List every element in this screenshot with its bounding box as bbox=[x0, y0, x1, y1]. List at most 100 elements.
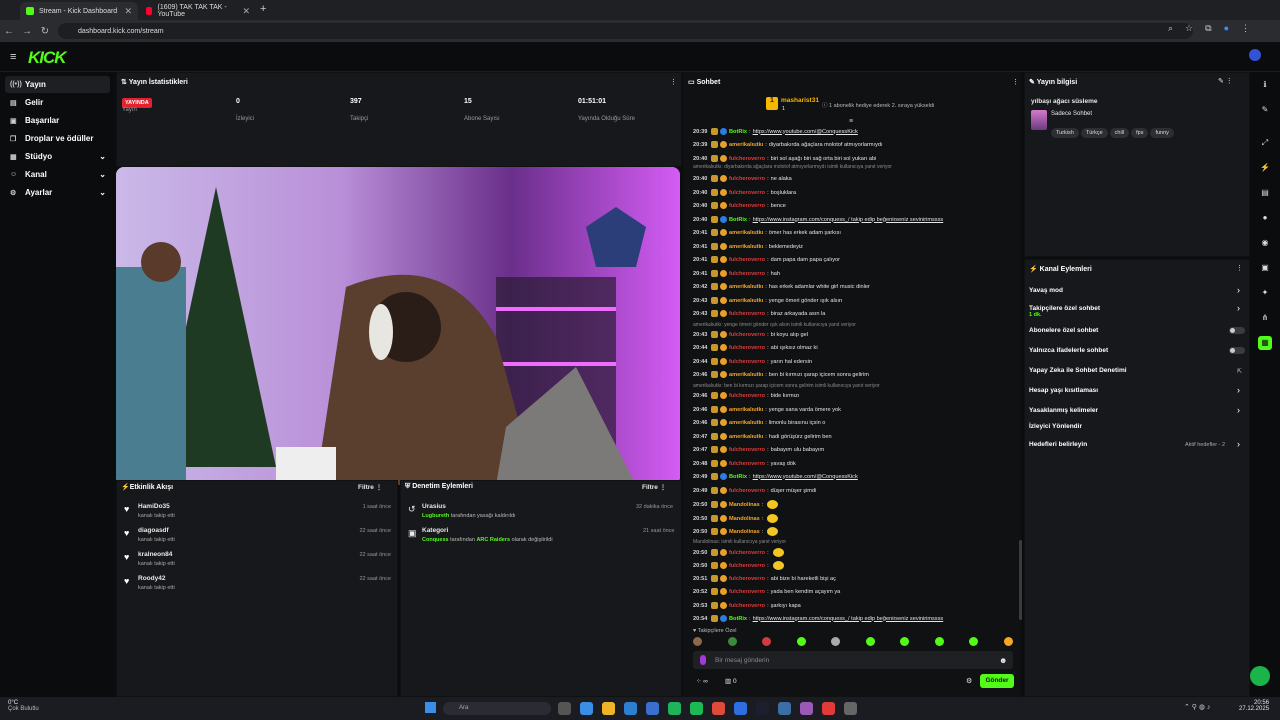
hamburger-icon[interactable]: ≡ bbox=[10, 51, 16, 63]
emote-icon[interactable] bbox=[1003, 637, 1013, 646]
channel-action-item[interactable]: Hedefleri belirleyin bbox=[1029, 441, 1087, 448]
emote-icon[interactable] bbox=[934, 637, 944, 646]
subscribers-only-toggle[interactable] bbox=[1229, 327, 1245, 334]
chat-username[interactable]: BotRix bbox=[729, 217, 747, 223]
channel-action-item[interactable]: İzleyici Yönlendir bbox=[1029, 423, 1082, 430]
weather-widget[interactable]: 0°C Çok Bulutlu bbox=[8, 700, 39, 712]
chat-username[interactable]: amerikalıutkı bbox=[729, 407, 763, 413]
chat-username[interactable]: fulcheroverro bbox=[729, 271, 765, 277]
actions-menu-icon[interactable]: ⋮ bbox=[1236, 264, 1243, 272]
info-rail-icon[interactable]: ℹ bbox=[1258, 78, 1272, 92]
stream-video-preview[interactable] bbox=[116, 167, 680, 485]
edit-icon[interactable]: ✎ ⋮ bbox=[1218, 77, 1233, 85]
taskbar-search[interactable]: Ara bbox=[443, 702, 551, 715]
stream-tag[interactable]: funny bbox=[1150, 128, 1174, 138]
channel-action-item[interactable]: Yapay Zeka ile Sohbet Denetimi bbox=[1029, 367, 1127, 374]
chat-username[interactable]: Mandolinas bbox=[729, 502, 760, 508]
activity-user[interactable]: HamiDo35 bbox=[138, 503, 170, 510]
tab-kick-dashboard[interactable]: Stream - Kick Dashboard ✕ bbox=[20, 2, 138, 20]
chat-username[interactable]: amerikalıutkı bbox=[729, 420, 763, 426]
chat-username[interactable]: fulcheroverro bbox=[729, 203, 765, 209]
taskbar-app-icon[interactable] bbox=[800, 702, 813, 715]
broadcast-rail-icon[interactable]: ◉ bbox=[1258, 236, 1272, 250]
stream-tag[interactable]: Turkish bbox=[1051, 128, 1079, 138]
chat-settings-icon[interactable]: ⚙ bbox=[966, 677, 972, 685]
activity-user[interactable]: kralneon84 bbox=[138, 551, 172, 558]
sidebar-item-droplar[interactable]: ❒ Droplar ve ödüller bbox=[5, 130, 110, 147]
stream-tag[interactable]: fps bbox=[1131, 128, 1149, 138]
channel-action-item[interactable]: Abonelere özel sohbet bbox=[1029, 327, 1098, 334]
points-counter[interactable]: ⁘ ∞ bbox=[696, 677, 708, 685]
chat-username[interactable]: fulcheroverro bbox=[729, 589, 765, 595]
chat-username[interactable]: fulcheroverro bbox=[729, 332, 765, 338]
channel-action-item[interactable]: Yavaş mod bbox=[1029, 287, 1063, 294]
taskbar-clock[interactable]: 20:56 27.12.2025 bbox=[1239, 700, 1269, 712]
kick-logo[interactable]: KICK bbox=[28, 48, 67, 68]
chat-username[interactable]: fulcheroverro bbox=[729, 393, 765, 399]
chat-username[interactable]: fulcheroverro bbox=[729, 156, 765, 162]
active-rail-icon[interactable]: ▦ bbox=[1258, 336, 1272, 350]
sidebar-item-yayin[interactable]: ((•)) Yayın bbox=[5, 76, 110, 93]
chat-username[interactable]: BotRix bbox=[729, 129, 747, 135]
send-button[interactable]: Gönder bbox=[980, 674, 1014, 688]
url-input[interactable]: dashboard.kick.com/stream bbox=[58, 23, 1193, 39]
stream-tag[interactable]: Türkçe bbox=[1080, 128, 1108, 138]
tab-youtube[interactable]: (1609) TAK TAK TAK - YouTube ✕ bbox=[140, 2, 256, 20]
system-tray-icons[interactable]: ⌃ ⚲ ◍ ♪ bbox=[1184, 703, 1210, 711]
gifter-name[interactable]: masharist31 bbox=[781, 97, 819, 104]
emote-icon[interactable] bbox=[727, 637, 737, 646]
chat-username[interactable]: fulcheroverro bbox=[729, 190, 765, 196]
external-link-icon[interactable]: ⇱ bbox=[1237, 368, 1242, 375]
chat-username[interactable]: fulcheroverro bbox=[729, 603, 765, 609]
channel-action-item[interactable]: Yalnızca ifadelerle sohbet bbox=[1029, 347, 1108, 354]
expand-rail-icon[interactable]: ⤢ bbox=[1258, 136, 1272, 150]
mic-icon[interactable] bbox=[700, 655, 706, 665]
activity-user[interactable]: Roody42 bbox=[138, 575, 165, 582]
emote-icon[interactable] bbox=[693, 637, 702, 646]
chat-username[interactable]: amerikalıutkı bbox=[729, 434, 763, 440]
emote-icon[interactable] bbox=[900, 637, 910, 646]
support-chat-icon[interactable] bbox=[1250, 666, 1270, 686]
forward-icon[interactable]: → bbox=[18, 26, 36, 37]
chat-username[interactable]: fulcheroverro bbox=[729, 461, 765, 467]
sidebar-item-studyo[interactable]: ▦ Stüdyo ⌄ bbox=[5, 148, 110, 165]
wrench-rail-icon[interactable]: ✦ bbox=[1258, 286, 1272, 300]
sidebar-item-kanal[interactable]: ☺ Kanal ⌄ bbox=[5, 166, 110, 183]
bookmark-icon[interactable]: ☆ bbox=[1185, 23, 1193, 34]
emote-only-toggle[interactable] bbox=[1229, 347, 1245, 354]
close-tab-icon[interactable]: ✕ bbox=[124, 6, 132, 17]
windows-start-icon[interactable] bbox=[425, 702, 436, 713]
extensions-icon[interactable]: ⧉ bbox=[1205, 23, 1211, 34]
storage-rail-icon[interactable]: ▣ bbox=[1258, 261, 1272, 275]
chat-username[interactable]: fulcheroverro bbox=[729, 447, 765, 453]
chat-username[interactable]: fulcheroverro bbox=[729, 257, 765, 263]
chat-username[interactable]: fulcheroverro bbox=[729, 176, 765, 182]
channel-action-item[interactable]: Hesap yaşı kısıtlaması bbox=[1029, 387, 1098, 394]
emote-icon[interactable] bbox=[969, 637, 979, 646]
chat-username[interactable]: BotRix bbox=[729, 474, 747, 480]
chat-username[interactable]: fulcheroverro bbox=[729, 563, 765, 569]
stats-menu-icon[interactable]: ⋮ bbox=[670, 78, 677, 86]
chat-menu-icon[interactable]: ⋮ bbox=[1012, 78, 1019, 86]
taskbar-app-icon[interactable] bbox=[668, 702, 681, 715]
sidebar-item-gelir[interactable]: ▤ Gelir bbox=[5, 94, 110, 111]
pinned-collapse-icon[interactable]: ≡ bbox=[849, 118, 853, 125]
chat-username[interactable]: Mandolinas bbox=[729, 516, 760, 522]
profile-icon[interactable]: ● bbox=[1224, 23, 1229, 34]
share-rail-icon[interactable]: ⋔ bbox=[1258, 311, 1272, 325]
chat-username[interactable]: amerikalıutkı bbox=[729, 372, 763, 378]
taskbar-app-icon[interactable] bbox=[602, 702, 615, 715]
activity-filter-button[interactable]: Filtre ⋮ bbox=[358, 483, 382, 491]
chat-username[interactable]: fulcheroverro bbox=[729, 550, 765, 556]
chat-username[interactable]: fulcheroverro bbox=[729, 576, 765, 582]
taskbar-app-icon[interactable] bbox=[580, 702, 593, 715]
channel-action-item[interactable]: Yasaklanmış kelimeler bbox=[1029, 407, 1098, 414]
taskbar-app-icon[interactable] bbox=[646, 702, 659, 715]
emote-icon[interactable] bbox=[762, 637, 772, 646]
zoom-icon[interactable]: ⌕ bbox=[1168, 23, 1173, 34]
bolt-rail-icon[interactable]: ⚡ bbox=[1258, 161, 1272, 175]
chat-username[interactable]: Mandolinas bbox=[729, 529, 760, 535]
reload-icon[interactable]: ↻ bbox=[36, 26, 54, 37]
chat-username[interactable]: fulcheroverro bbox=[729, 311, 765, 317]
taskbar-app-icon[interactable] bbox=[778, 702, 791, 715]
